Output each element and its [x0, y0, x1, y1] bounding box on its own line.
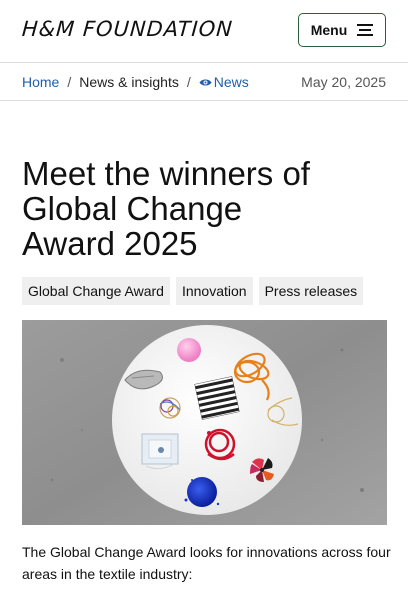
hero-image [22, 320, 387, 525]
breadcrumb-news-insights[interactable]: News & insights [79, 74, 179, 90]
tag-global-change-award[interactable]: Global Change Award [22, 277, 170, 305]
breadcrumb-news-label: News [213, 73, 249, 90]
page-title: Meet the winners of Global Change Award … [22, 155, 310, 262]
site-header: H&M FOUNDATION Menu [0, 0, 408, 63]
breadcrumb-separator: / [186, 73, 191, 90]
tag-innovation[interactable]: Innovation [175, 277, 253, 305]
tag-press-releases[interactable]: Press releases [258, 277, 364, 305]
eye-icon [199, 79, 212, 86]
breadcrumb-bar: Home / News & insights / News May 20, 20… [0, 63, 408, 101]
breadcrumb-separator: / [67, 73, 72, 90]
logo[interactable]: H&M FOUNDATION [21, 17, 234, 41]
publish-date: May 20, 2025 [301, 73, 386, 90]
breadcrumb-news[interactable]: News [199, 74, 249, 90]
tag-list: Global Change Award Innovation Press rel… [22, 277, 364, 305]
article-intro: The Global Change Award looks for innova… [22, 544, 391, 582]
menu-label: Menu [310, 22, 348, 38]
hamburger-icon [357, 24, 374, 36]
breadcrumb: Home / News & insights / News [22, 74, 249, 90]
menu-button[interactable]: Menu [298, 13, 386, 47]
breadcrumb-home[interactable]: Home [22, 74, 59, 90]
